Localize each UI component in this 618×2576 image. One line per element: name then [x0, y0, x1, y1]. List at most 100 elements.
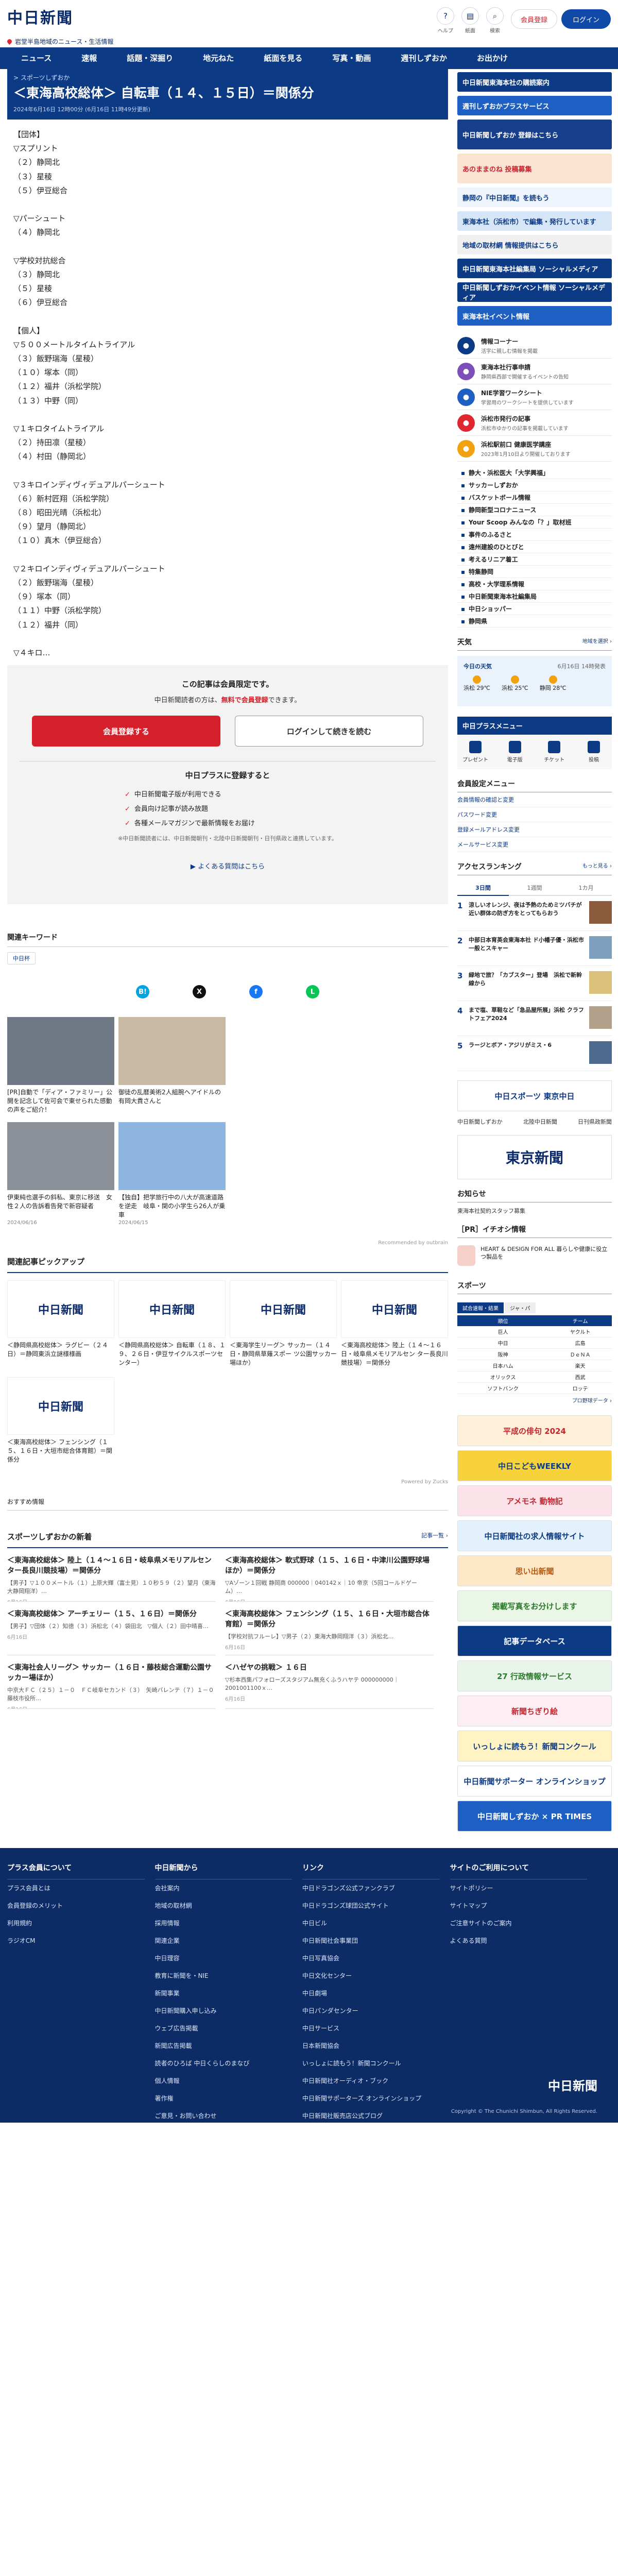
sister-site-link[interactable]: 中日新聞しずおか — [457, 1117, 503, 1126]
nav-item[interactable]: 話題・深掘り — [112, 47, 188, 69]
footer-link[interactable]: 個人情報 — [155, 2072, 303, 2090]
plus-menu-item[interactable]: プレゼント — [460, 741, 490, 763]
footer-link[interactable]: 利用規約 — [7, 1914, 155, 1932]
sidebar-event[interactable]: ● NIE学習ワークシート 学習用のワークシートを提供しています — [457, 384, 612, 410]
footer-link[interactable]: 教育に新聞を・NIE — [155, 1967, 303, 1985]
ranking-item[interactable]: 4 まで塩、草鞋など「急品屋所展」浜松 クラフトフェア2024 — [457, 1001, 612, 1036]
service-banner[interactable]: 掲載写真をお分けします — [457, 1590, 612, 1621]
baseball-data-link[interactable]: プロ野球データ › — [457, 1396, 612, 1404]
sidebar-category-item[interactable]: 高校・大学理系情報 — [457, 578, 612, 590]
sidebar-event-title[interactable]: 東海本社行事申請 — [481, 363, 569, 371]
sidebar-event-title[interactable]: 情報コーナー — [481, 337, 538, 346]
baseball-team[interactable]: 巨人 — [457, 1326, 549, 1337]
recommend-credit[interactable]: Recommended by outbrain — [7, 1240, 448, 1246]
pickup-caption[interactable]: ＜東海高校総体＞ フェンシング（１５、１６日・大垣市総合体育館）＝関係分 — [7, 1438, 114, 1465]
weather-region-link[interactable]: 地域を選択 › — [582, 637, 612, 647]
ranking-item[interactable]: 5 ラージとボア・アジリがミス・6 — [457, 1036, 612, 1071]
service-banner[interactable]: 新聞ちぎり絵 — [457, 1696, 612, 1726]
service-banner[interactable]: 記事データベース — [457, 1625, 612, 1656]
pickup-caption[interactable]: ＜東海学生リーグ＞ サッカー（１４日・静岡県草薙スポー ツ公園サッカー場ほか） — [230, 1341, 337, 1368]
nav-item[interactable]: ニュース — [6, 47, 66, 69]
sidebar-event[interactable]: ● 情報コーナー 活字に親しむ情報を掲載 — [457, 333, 612, 359]
pickup-card[interactable]: 中日新聞 ＜東海高校総体＞ フェンシング（１５、１６日・大垣市総合体育館）＝関係分 — [7, 1377, 114, 1465]
plus-menu-label[interactable]: チケット — [539, 755, 569, 763]
recommend-card[interactable] — [230, 1017, 337, 1115]
recommend-caption[interactable]: 【独自】把学旅行中の八大が高速道路を逆走 岐阜・関の小学生ら26人が乗車 — [118, 1193, 226, 1220]
member-menu-item[interactable]: 登録メールアドレス変更 — [457, 822, 612, 837]
recommend-card[interactable] — [341, 1122, 448, 1226]
sidebar-category-label[interactable]: 静大・浜松医大「大学興福」 — [469, 469, 549, 477]
sidebar-banner[interactable]: 東海本社イベント情報 — [457, 306, 612, 326]
ranking-more-link[interactable]: もっと見る › — [582, 861, 612, 872]
paywall-login-button[interactable]: ログインして続きを読む — [235, 716, 423, 747]
footer-link[interactable]: 中日ビル — [302, 1914, 450, 1932]
pickup-card[interactable]: 中日新聞 ＜静岡県高校総体＞ 自転車（１８、１９、２６日・伊豆サイクルスポーツセン… — [118, 1280, 226, 1368]
sidebar-event-title[interactable]: NIE学習ワークシート — [481, 388, 574, 397]
footer-link[interactable]: 会社案内 — [155, 1879, 303, 1897]
service-banner[interactable]: いっしょに読もう！新聞コンクール — [457, 1731, 612, 1761]
recommend-thumbnail[interactable] — [7, 1017, 114, 1086]
footer-link[interactable]: 地域の取材網 — [155, 1897, 303, 1914]
oshirase-text[interactable]: 東海本社契約スタッフ募集 — [457, 1207, 612, 1215]
pr-item[interactable]: HEART & DESIGN FOR ALL 暮らしや健康に役立つ製品を — [457, 1245, 612, 1271]
footer-link[interactable]: 中日文化センター — [302, 1967, 450, 1985]
sidebar-category-item[interactable]: 事件のふるさと — [457, 529, 612, 541]
latest-article-title[interactable]: ＜東海社会人リーグ＞ サッカー（１６日・藤枝総合運動公園サッカー場ほか） — [7, 1663, 216, 1683]
sidebar-banner[interactable]: 週刊しずおかプラスサービス — [457, 96, 612, 115]
sidebar-category-item[interactable]: 特集静岡 — [457, 566, 612, 578]
service-banner[interactable]: 中日新聞社の求人情報サイト — [457, 1520, 612, 1551]
service-banner[interactable]: 平成の俳句 2024 — [457, 1415, 612, 1446]
sidebar-event[interactable]: ● 浜松駅前口 健康医学講座 2023年1月10日より開催しております — [457, 436, 612, 462]
recommend-card[interactable] — [341, 1017, 448, 1115]
recommend-card[interactable]: 御徒の乱暦美術2人組腕へアイドルの有岡大貴さんと — [118, 1017, 226, 1115]
header-icon-button[interactable]: ⌕ 検索 — [485, 7, 505, 34]
pickup-thumbnail-logo[interactable]: 中日新聞 — [118, 1280, 226, 1338]
sidebar-event-title[interactable]: 浜松駅前口 健康医学講座 — [481, 440, 571, 449]
footer-link[interactable]: よくある質問 — [450, 1932, 598, 1950]
sidebar-event-title[interactable]: 浜松市発行の記事 — [481, 414, 569, 423]
site-logo[interactable]: 中日新聞 — [7, 5, 73, 28]
sidebar-category-label[interactable]: 特集静岡 — [469, 568, 493, 575]
recommend-card[interactable]: 伊東純也選手の斜私、東京に移送 女性２人の告訴看告発で新容疑者 2024/06/1… — [7, 1122, 114, 1226]
sister-site-link[interactable]: 北陸中日新聞 — [523, 1117, 557, 1126]
ranking-title[interactable]: 涼しいオレンジ、夜は予熱のためミツバチが近い群体の防ぎ方をとってもらおう — [469, 901, 585, 918]
ranking-thumbnail[interactable] — [589, 1041, 612, 1064]
latest-article-title[interactable]: ＜東海高校総体＞ 陸上（１４～１６日・岐阜県メモリアルセンター長良川競技場）＝関… — [7, 1555, 216, 1576]
footer-link[interactable]: ウェブ広告掲載 — [155, 2020, 303, 2037]
faq-link-text[interactable]: よくある質問はこちら — [198, 863, 265, 871]
sidebar-category-item[interactable]: 静岡県 — [457, 615, 612, 628]
footer-link[interactable]: いっしょに読もう！新聞コンクール — [302, 2055, 450, 2072]
recommend-thumbnail[interactable] — [230, 1122, 337, 1191]
recommend-thumbnail[interactable] — [118, 1122, 226, 1191]
facebook-icon[interactable]: f — [249, 985, 263, 999]
sidebar-category-item[interactable]: 考えるリニア着工 — [457, 553, 612, 566]
service-banner[interactable]: 中日新聞しずおか × PR TIMES — [457, 1801, 612, 1832]
ranking-tab[interactable]: 1週間 — [509, 880, 560, 896]
sidebar-category-label[interactable]: 中日ショッパー — [469, 605, 512, 613]
weather-city[interactable]: 浜松 29℃ — [464, 675, 490, 692]
baseball-tab[interactable]: ジャ・パ — [505, 1302, 536, 1313]
recommend-thumbnail[interactable] — [7, 1122, 114, 1191]
baseball-team[interactable]: 西武 — [548, 1371, 612, 1383]
pickup-caption[interactable]: ＜東海高校総体＞ 陸上（１４～１６日・岐阜県メモリアルセン ター長良川競技場）＝… — [341, 1341, 448, 1368]
service-banner[interactable]: アメモネ 動物記 — [457, 1485, 612, 1516]
sidebar-category-item[interactable]: 静大・浜松医大「大学興福」 — [457, 467, 612, 479]
baseball-team[interactable]: 広島 — [548, 1337, 612, 1349]
pickup-thumbnail-logo[interactable]: 中日新聞 — [7, 1377, 114, 1435]
sidebar-banner[interactable]: 地域の取材網 情報提供はこちら — [457, 235, 612, 255]
recommend-caption[interactable] — [341, 1193, 448, 1220]
nav-item[interactable]: 速報 — [66, 47, 112, 69]
footer-link[interactable]: 中日新聞購入申し込み — [155, 2002, 303, 2020]
baseball-tab[interactable]: 試合速報・結果 — [457, 1302, 504, 1313]
pickup-card[interactable]: 中日新聞 ＜静岡県高校総体＞ ラグビー（２４日）＝静岡東浜立謎様様画 — [7, 1280, 114, 1368]
sidebar-banner[interactable]: 中日新聞東海本社編集局 ソーシャルメディア — [457, 259, 612, 278]
footer-link[interactable]: 中日ドラゴンズ公式ファンクラブ — [302, 1879, 450, 1897]
faq-link[interactable]: ▶ よくある質問はこちら — [20, 861, 436, 871]
recommend-card[interactable] — [230, 1122, 337, 1226]
baseball-team[interactable]: 日本ハム — [457, 1360, 549, 1371]
pickup-thumbnail-logo[interactable]: 中日新聞 — [230, 1280, 337, 1338]
recommend-card[interactable]: [PR]自動で「ディア・ファミリー」公開を記念して佐可会で東せられた感動の声をご… — [7, 1017, 114, 1115]
sidebar-banner[interactable]: 静岡の『中日新聞』を読もう — [457, 188, 612, 207]
sidebar-event[interactable]: ● 東海本社行事申請 静岡県西部で開催するイベントの告知 — [457, 359, 612, 384]
recommend-thumbnail[interactable] — [341, 1122, 448, 1191]
